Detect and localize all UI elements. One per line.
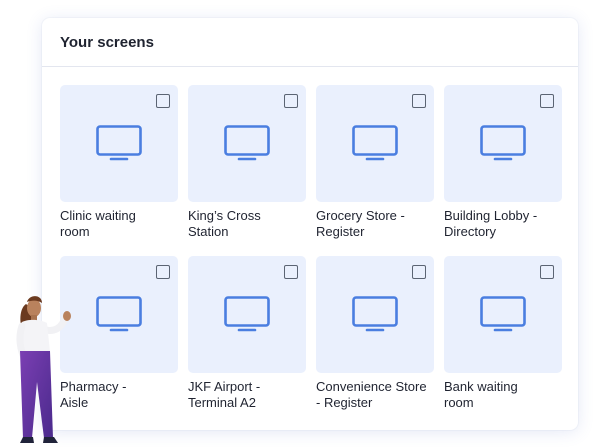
screen-thumbnail[interactable]	[188, 256, 306, 373]
monitor-icon	[480, 296, 526, 332]
monitor-icon	[96, 125, 142, 161]
screen-name: King’s Cross Station	[188, 208, 261, 239]
screen-name: Grocery Store - Register	[316, 208, 405, 239]
monitor-icon	[224, 296, 270, 332]
card-title: Your screens	[60, 33, 154, 51]
card-header: Your screens	[42, 18, 578, 67]
screen-name: JKF Airport - Terminal A2	[188, 379, 261, 410]
screen-name: Convenience Store - Register	[316, 379, 427, 410]
screens-grid: Clinic waiting room King’s Cross Station…	[60, 85, 562, 415]
select-checkbox[interactable]	[540, 94, 554, 108]
select-checkbox[interactable]	[284, 265, 298, 279]
screen-tile[interactable]: Building Lobby - Directory	[444, 85, 562, 244]
select-checkbox[interactable]	[412, 94, 426, 108]
screen-tile[interactable]: Bank waiting room	[444, 256, 562, 415]
select-checkbox[interactable]	[540, 265, 554, 279]
select-checkbox[interactable]	[412, 265, 426, 279]
screen-tile[interactable]: Convenience Store - Register	[316, 256, 434, 415]
monitor-icon	[480, 125, 526, 161]
select-checkbox[interactable]	[156, 265, 170, 279]
monitor-icon	[352, 296, 398, 332]
monitor-icon	[224, 125, 270, 161]
screen-name: Clinic waiting room	[60, 208, 136, 239]
screen-thumbnail[interactable]	[188, 85, 306, 202]
screen-tile[interactable]: JKF Airport - Terminal A2	[188, 256, 306, 415]
monitor-icon	[352, 125, 398, 161]
screen-thumbnail[interactable]	[60, 85, 178, 202]
screen-tile[interactable]: Grocery Store - Register	[316, 85, 434, 244]
screen-name: Building Lobby - Directory	[444, 208, 538, 239]
screen-thumbnail[interactable]	[444, 85, 562, 202]
screen-tile[interactable]: King’s Cross Station	[188, 85, 306, 244]
woman-illustration	[16, 296, 71, 443]
screen-thumbnail[interactable]	[316, 85, 434, 202]
screen-name: Bank waiting room	[444, 379, 518, 410]
screens-card: Your screens Clinic waiting room King’s …	[42, 18, 578, 430]
screen-thumbnail[interactable]	[316, 256, 434, 373]
monitor-icon	[96, 296, 142, 332]
select-checkbox[interactable]	[284, 94, 298, 108]
screen-thumbnail[interactable]	[444, 256, 562, 373]
select-checkbox[interactable]	[156, 94, 170, 108]
screen-tile[interactable]: Clinic waiting room	[60, 85, 178, 244]
